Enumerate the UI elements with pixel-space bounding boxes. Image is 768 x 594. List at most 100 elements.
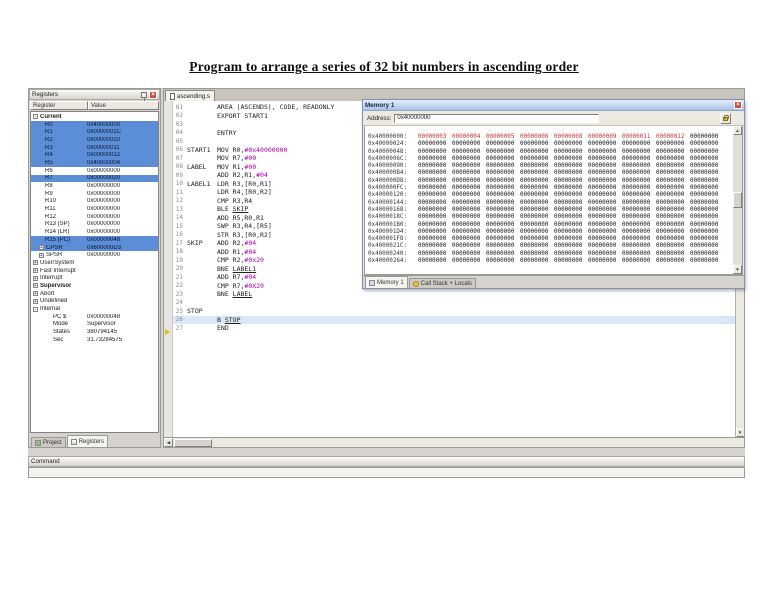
memory-value[interactable]: 00000000 — [588, 163, 622, 170]
memory-value[interactable]: 00000000 — [622, 229, 656, 236]
memory-value[interactable]: 00000000 — [690, 251, 724, 258]
tree-expander-icon[interactable]: + — [39, 245, 44, 251]
memory-value[interactable]: 00000000 — [656, 149, 690, 156]
register-group-row[interactable]: - Internal — [31, 305, 158, 313]
memory-value[interactable]: 00000000 — [452, 236, 486, 243]
memory-value[interactable]: 00000000 — [588, 200, 622, 207]
memory-value[interactable]: 00000000 — [520, 163, 554, 170]
memory-value[interactable]: 00000000 — [520, 149, 554, 156]
register-row[interactable]: R3 0x00000011 — [31, 143, 158, 152]
memory-row[interactable]: 0x40000090: 00000000 00000000 00000000 00000… — [368, 163, 733, 170]
memory-value[interactable]: 00000000 — [520, 251, 554, 258]
memory-value[interactable]: 00000004 — [452, 134, 486, 141]
memory-value[interactable]: 00000000 — [656, 141, 690, 148]
internal-row[interactable]: Sec 31.73284575 — [31, 336, 158, 344]
memory-value[interactable]: 00000000 — [690, 214, 724, 221]
code-line[interactable]: 26 B STOP — [173, 315, 735, 324]
memory-value[interactable]: 00000000 — [622, 207, 656, 214]
internal-row[interactable]: PC $ 0x00000048 — [31, 313, 158, 321]
memory-value[interactable]: 00000000 — [588, 156, 622, 163]
memory-value[interactable]: 00000000 — [554, 170, 588, 177]
tab-project[interactable]: Project — [31, 437, 66, 447]
memory-value[interactable]: 00000000 — [690, 178, 724, 185]
register-row[interactable]: R0 0x40000000 — [31, 120, 158, 129]
memory-value[interactable]: 00000000 — [690, 229, 724, 236]
scrollbar-thumb[interactable] — [733, 192, 742, 208]
memory-value[interactable]: 00000000 — [486, 192, 520, 199]
close-icon[interactable]: × — [149, 90, 157, 99]
memory-row[interactable]: 0x40000264: 00000000 00000000 00000000 00000… — [368, 258, 733, 265]
memory-row[interactable]: 0x400000B4: 00000000 00000000 00000000 00000… — [368, 170, 733, 177]
memory-value[interactable]: 00000009 — [588, 134, 622, 141]
tab-registers[interactable]: Registers — [66, 435, 109, 447]
memory-value[interactable]: 00000000 — [418, 170, 452, 177]
memory-value[interactable]: 00000000 — [656, 214, 690, 221]
register-group-row[interactable]: + User/System — [31, 259, 158, 267]
tree-expander-icon[interactable]: + — [33, 298, 38, 304]
memory-value[interactable]: 00000000 — [656, 163, 690, 170]
memory-value[interactable]: 00000000 — [520, 222, 554, 229]
pin-icon[interactable] — [141, 91, 147, 101]
memory-row[interactable]: 0x4000021C: 00000000 00000000 00000000 00000… — [368, 243, 733, 250]
register-row[interactable]: R12 0x00000000 — [31, 213, 158, 221]
memory-value[interactable]: 00000000 — [690, 141, 724, 148]
memory-value[interactable]: 00000000 — [486, 214, 520, 221]
editor-horizontal-scrollbar[interactable]: ◀ — [164, 437, 744, 447]
memory-value[interactable]: 00000000 — [520, 141, 554, 148]
memory-value[interactable]: 00000000 — [690, 134, 724, 141]
memory-value[interactable]: 00000000 — [452, 229, 486, 236]
memory-value[interactable]: 00000000 — [486, 185, 520, 192]
memory-value[interactable]: 00000000 — [554, 141, 588, 148]
memory-value[interactable]: 00000000 — [554, 222, 588, 229]
memory-value[interactable]: 00000000 — [418, 192, 452, 199]
memory-value[interactable]: 00000000 — [418, 185, 452, 192]
memory-value[interactable]: 00000000 — [486, 156, 520, 163]
memory-value[interactable]: 00000000 — [656, 251, 690, 258]
memory-value[interactable]: 00000000 — [520, 243, 554, 250]
memory-value[interactable]: 00000000 — [554, 251, 588, 258]
internal-row[interactable]: States 380794145 — [31, 328, 158, 336]
memory-value[interactable]: 00000000 — [418, 258, 452, 265]
memory-value[interactable]: 00000000 — [656, 207, 690, 214]
code-line[interactable]: 24 — [173, 299, 735, 308]
register-group-row[interactable]: + Supervisor — [31, 282, 158, 290]
memory-value[interactable]: 00000000 — [588, 192, 622, 199]
memory-value[interactable]: 00000000 — [622, 170, 656, 177]
register-row[interactable]: R8 0x00000000 — [31, 182, 158, 190]
command-bar-caption[interactable]: Command — [28, 456, 745, 467]
editor-tab-ascending[interactable]: ascending.s — [165, 90, 216, 101]
memory-value[interactable]: 00000000 — [486, 222, 520, 229]
memory-window-header[interactable]: Memory 1 × — [363, 100, 744, 111]
memory-value[interactable]: 00000000 — [622, 163, 656, 170]
memory-value[interactable]: 00000000 — [452, 163, 486, 170]
memory-row[interactable]: 0x4000006C: 00000000 00000000 00000000 00000… — [368, 156, 733, 163]
memory-value[interactable]: 00000000 — [622, 214, 656, 221]
memory-value[interactable]: 00000000 — [656, 178, 690, 185]
register-group-row[interactable]: + Undefined — [31, 298, 158, 306]
memory-value[interactable]: 00000000 — [418, 243, 452, 250]
memory-value[interactable]: 00000000 — [486, 149, 520, 156]
code-line[interactable]: 25 STOP — [173, 307, 735, 316]
memory-value[interactable]: 00000000 — [622, 222, 656, 229]
address-input[interactable] — [394, 113, 600, 123]
scroll-left-icon[interactable]: ◀ — [164, 438, 173, 447]
memory-value[interactable]: 00000000 — [418, 214, 452, 221]
memory-value[interactable]: 00000000 — [622, 251, 656, 258]
memory-row[interactable]: 0x400001F8: 00000000 00000000 00000000 00000… — [368, 236, 733, 243]
registers-panel-header[interactable]: Registers × — [29, 89, 160, 101]
memory-value[interactable]: 00000000 — [554, 258, 588, 265]
memory-value[interactable]: 00000000 — [588, 170, 622, 177]
memory-value[interactable]: 00000000 — [622, 185, 656, 192]
memory-value[interactable]: 00000000 — [418, 149, 452, 156]
memory-grid[interactable]: 0x40000000: 00000003 00000004 00000005 00000… — [365, 126, 733, 274]
register-row[interactable]: + CPSR 0x600000D3 — [31, 243, 158, 252]
register-group-row[interactable]: + Abort — [31, 290, 158, 298]
memory-value[interactable]: 00000000 — [418, 229, 452, 236]
memory-value[interactable]: 00000000 — [486, 243, 520, 250]
memory-value[interactable]: 00000000 — [520, 258, 554, 265]
register-row[interactable]: R2 0x00000020 — [31, 136, 158, 144]
internal-row[interactable]: Mode Supervisor — [31, 321, 158, 329]
tab-call-stack-locals[interactable]: Call Stack + Locals — [408, 278, 476, 288]
memory-value[interactable]: 00000000 — [520, 170, 554, 177]
register-row[interactable]: R6 0x00000000 — [31, 167, 158, 175]
